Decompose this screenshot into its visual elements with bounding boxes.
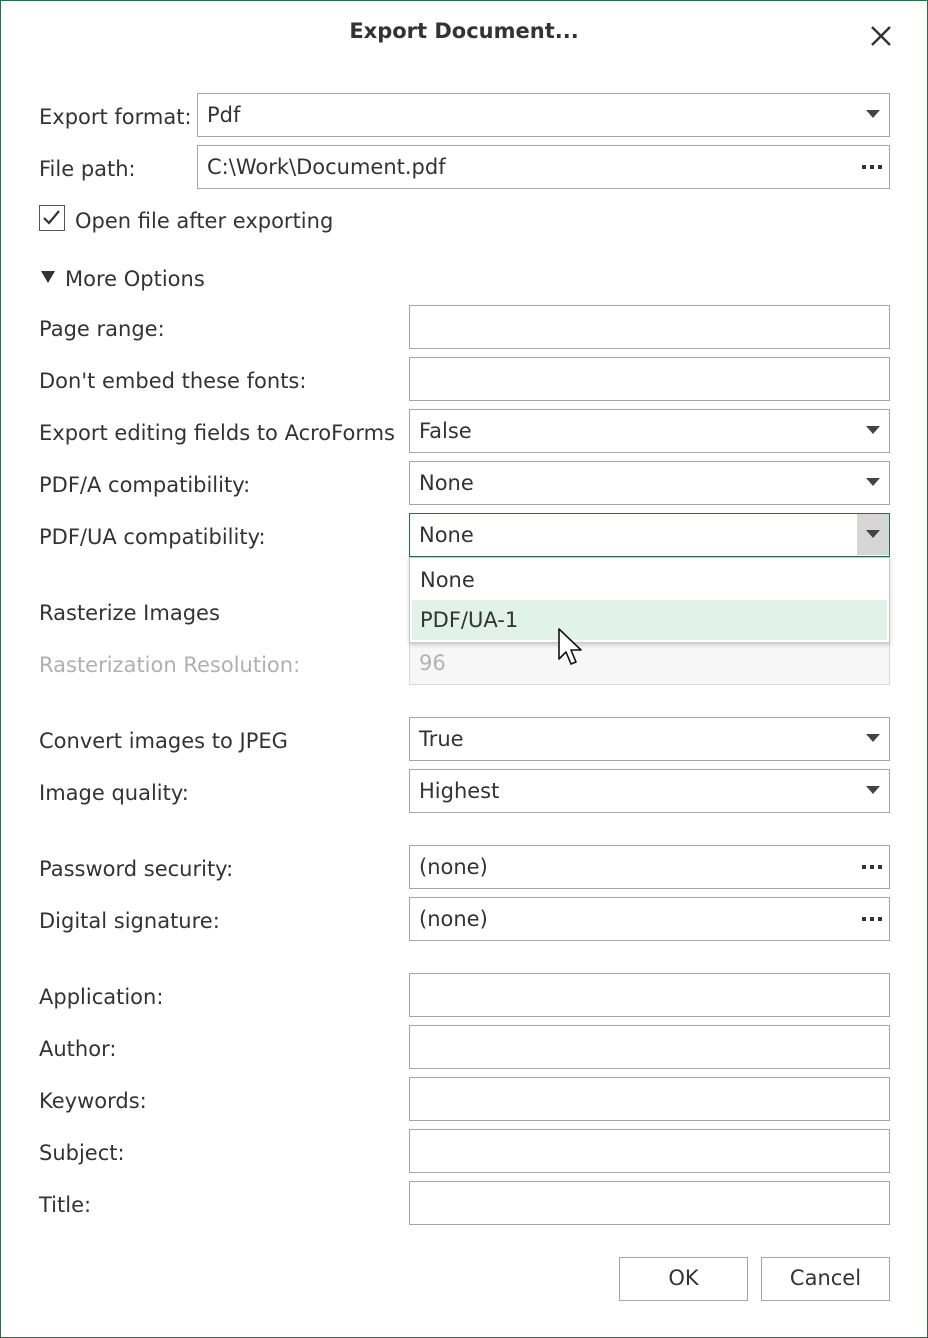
open-after-export-checkbox[interactable] bbox=[39, 205, 65, 231]
close-icon[interactable] bbox=[865, 20, 897, 52]
chevron-down-icon bbox=[866, 478, 880, 486]
password-security-input[interactable]: (none) bbox=[409, 845, 890, 889]
keywords-label: Keywords: bbox=[39, 1089, 147, 1113]
password-security-label: Password security: bbox=[39, 857, 234, 881]
export-format-label: Export format: bbox=[39, 105, 192, 129]
pdfa-label: PDF/A compatibility: bbox=[39, 473, 251, 497]
title-input[interactable] bbox=[409, 1181, 890, 1225]
export-format-value: Pdf bbox=[207, 103, 241, 127]
rasterization-resolution-input: 96 bbox=[409, 641, 890, 685]
pdfua-option-none[interactable]: None bbox=[412, 560, 887, 600]
pdfua-option-pdfua1[interactable]: PDF/UA-1 bbox=[412, 600, 887, 640]
pdfua-dropdown-list: None PDF/UA-1 bbox=[409, 557, 890, 643]
digital-signature-label: Digital signature: bbox=[39, 909, 220, 933]
dont-embed-fonts-label: Don't embed these fonts: bbox=[39, 369, 307, 393]
application-input[interactable] bbox=[409, 973, 890, 1017]
dropdown-button[interactable] bbox=[857, 514, 889, 555]
page-range-label: Page range: bbox=[39, 317, 165, 341]
pdfa-value: None bbox=[419, 471, 474, 495]
subject-label: Subject: bbox=[39, 1141, 125, 1165]
author-label: Author: bbox=[39, 1037, 117, 1061]
chevron-down-icon bbox=[866, 530, 880, 538]
rasterize-images-label: Rasterize Images bbox=[39, 601, 220, 625]
ok-button[interactable]: OK bbox=[619, 1257, 748, 1301]
image-quality-value: Highest bbox=[419, 779, 500, 803]
chevron-down-icon bbox=[866, 426, 880, 434]
browse-ellipsis-icon[interactable] bbox=[862, 165, 882, 169]
dialog-title: Export Document... bbox=[349, 19, 579, 43]
convert-jpeg-label: Convert images to JPEG bbox=[39, 729, 288, 753]
convert-jpeg-value: True bbox=[419, 727, 464, 751]
pdfua-option-none-label: None bbox=[420, 568, 475, 592]
file-path-input[interactable]: C:\Work\Document.pdf bbox=[197, 145, 890, 189]
author-input[interactable] bbox=[409, 1025, 890, 1069]
pdfa-select[interactable]: None bbox=[409, 461, 890, 505]
signature-ellipsis-icon[interactable] bbox=[862, 917, 882, 921]
acroforms-label: Export editing fields to AcroForms bbox=[39, 421, 395, 445]
file-path-value: C:\Work\Document.pdf bbox=[207, 155, 446, 179]
image-quality-label: Image quality: bbox=[39, 781, 189, 805]
checkmark-icon bbox=[43, 210, 60, 225]
rasterization-resolution-label: Rasterization Resolution: bbox=[39, 653, 301, 677]
acroforms-value: False bbox=[419, 419, 472, 443]
application-label: Application: bbox=[39, 985, 164, 1009]
dont-embed-fonts-input[interactable] bbox=[409, 357, 890, 401]
open-after-export-label[interactable]: Open file after exporting bbox=[75, 208, 333, 234]
keywords-input[interactable] bbox=[409, 1077, 890, 1121]
page-range-input[interactable] bbox=[409, 305, 890, 349]
rasterization-resolution-value: 96 bbox=[419, 651, 446, 675]
export-format-select[interactable]: Pdf bbox=[197, 93, 890, 137]
digital-signature-input[interactable]: (none) bbox=[409, 897, 890, 941]
digital-signature-value: (none) bbox=[419, 907, 488, 931]
chevron-down-icon bbox=[866, 110, 880, 118]
convert-jpeg-select[interactable]: True bbox=[409, 717, 890, 761]
expand-triangle-icon[interactable] bbox=[41, 271, 55, 283]
mouse-cursor-icon bbox=[558, 628, 582, 665]
file-path-label: File path: bbox=[39, 157, 136, 181]
export-document-dialog: Export Document... Export format: Pdf Fi… bbox=[0, 0, 928, 1338]
more-options-toggle[interactable]: More Options bbox=[65, 266, 205, 292]
chevron-down-icon bbox=[866, 734, 880, 742]
acroforms-select[interactable]: False bbox=[409, 409, 890, 453]
password-security-value: (none) bbox=[419, 855, 488, 879]
pdfua-option-pdfua1-label: PDF/UA-1 bbox=[420, 608, 519, 632]
chevron-down-icon bbox=[866, 786, 880, 794]
pdfua-value: None bbox=[419, 523, 474, 547]
subject-input[interactable] bbox=[409, 1129, 890, 1173]
cancel-button[interactable]: Cancel bbox=[761, 1257, 890, 1301]
pdfua-label: PDF/UA compatibility: bbox=[39, 525, 266, 549]
title-label: Title: bbox=[39, 1193, 92, 1217]
pdfua-select[interactable]: None bbox=[409, 513, 890, 557]
image-quality-select[interactable]: Highest bbox=[409, 769, 890, 813]
password-ellipsis-icon[interactable] bbox=[862, 865, 882, 869]
